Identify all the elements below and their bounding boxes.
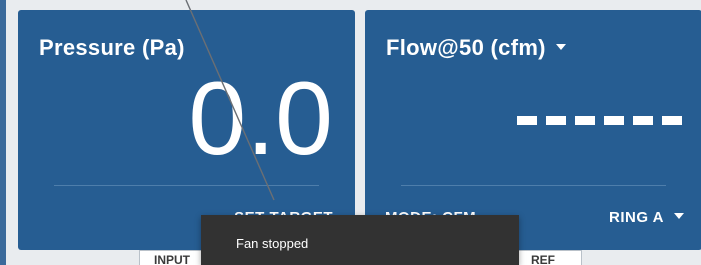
flow-divider xyxy=(401,185,666,186)
dash xyxy=(546,116,566,125)
toast-notification: Fan stopped xyxy=(201,215,519,265)
ring-selector[interactable]: RING A xyxy=(609,209,684,226)
tab-ref[interactable]: REF xyxy=(516,250,582,265)
flow-title-label: Flow@50 (cfm) xyxy=(386,35,546,60)
pressure-title: Pressure (Pa) xyxy=(39,35,185,60)
dash xyxy=(633,116,653,125)
dash xyxy=(575,116,595,125)
flow-value-placeholder xyxy=(517,116,682,125)
caret-down-icon xyxy=(555,44,566,51)
pressure-panel[interactable]: Pressure (Pa) 0.0 SET TARGET xyxy=(18,10,355,250)
dash xyxy=(662,116,682,125)
caret-down-icon xyxy=(674,213,684,220)
dash xyxy=(604,116,624,125)
dash xyxy=(517,116,537,125)
ring-selector-label: RING A xyxy=(609,209,664,226)
flow-panel[interactable]: Flow@50 (cfm) MODE: CFM RING A xyxy=(365,10,701,250)
gauge-screen: Pressure (Pa) 0.0 SET TARGET Flow@50 (cf… xyxy=(0,0,701,265)
pressure-divider xyxy=(54,185,319,186)
toast-message: Fan stopped xyxy=(236,236,309,251)
tab-input[interactable]: INPUT xyxy=(139,250,209,265)
pressure-value: 0.0 xyxy=(188,61,333,177)
flow-title-dropdown[interactable]: Flow@50 (cfm) xyxy=(386,35,566,61)
